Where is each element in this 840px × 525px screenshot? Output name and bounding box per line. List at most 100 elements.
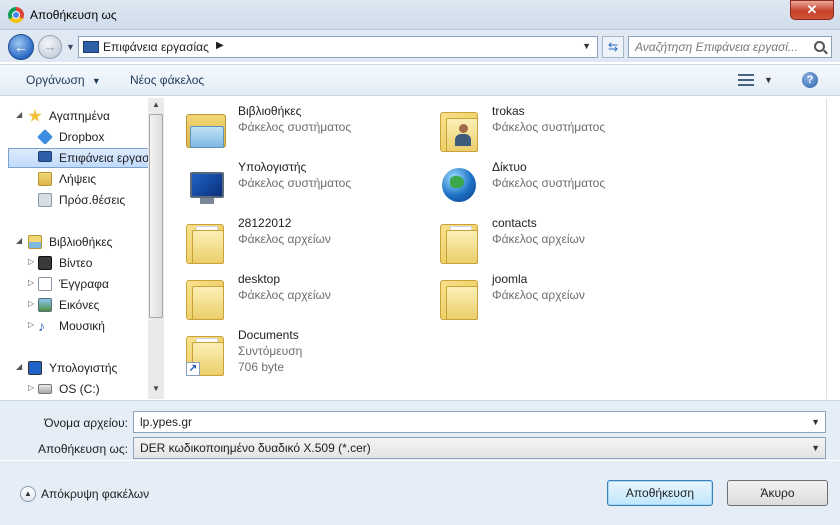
save-button[interactable]: Αποθήκευση [607,480,713,506]
scroll-up-icon[interactable]: ▲ [148,100,164,114]
file-item-joomla[interactable]: joomla Φάκελος αρχείων [420,272,660,322]
sidebar-item-label: Επιφάνεια εργασ [59,151,150,165]
expand-arrow-icon[interactable]: ▷ [28,278,34,287]
address-bar[interactable]: Επιφάνεια εργασίας ▶ ▼ [78,36,598,58]
shortcut-folder-icon: ↗ [186,332,226,376]
back-button[interactable]: ← [8,34,34,60]
filename-label: Όνομα αρχείου: [44,416,128,430]
chevron-down-icon[interactable]: ▼ [811,417,820,427]
address-dropdown-icon[interactable]: ▼ [582,41,591,51]
hide-folders-button[interactable]: Απόκρυψη φακέλων [41,487,149,501]
help-icon[interactable]: ? [802,72,818,88]
file-name: trokas [492,104,525,118]
file-list-scrollbar[interactable] [826,98,840,399]
save-form: Όνομα αρχείου: lp.ypes.gr ▼ Αποθήκευση ω… [0,400,840,460]
file-name: desktop [238,272,281,286]
file-item-trokas[interactable]: trokas Φάκελος συστήματος [420,104,660,154]
view-dropdown-icon[interactable]: ▼ [764,75,773,85]
libraries-icon [186,108,226,152]
forward-button[interactable]: → [38,35,62,59]
expand-arrow-icon[interactable]: ▷ [28,320,34,329]
sidebar-item-label: Εικόνες [59,298,100,312]
sidebar-item-downloads[interactable]: Λήψεις [8,169,150,189]
file-type: Φάκελος αρχείων [238,288,331,302]
search-placeholder: Αναζήτηση Επιφάνεια εργασί... [635,40,798,54]
breadcrumb-arrow-icon[interactable]: ▶ [216,40,224,51]
chevron-down-icon[interactable]: ▼ [811,443,820,453]
network-icon [440,164,480,208]
file-type: Συντόμευση [238,344,303,358]
file-list: Βιβλιοθήκες Φάκελος συστήματος trokas Φά… [166,98,826,399]
desktop-icon [38,151,52,162]
file-item-contacts[interactable]: contacts Φάκελος αρχείων [420,216,660,266]
sidebar-item-os-drive[interactable]: ▷ OS (C:) [8,379,150,399]
collapse-arrow-icon[interactable]: ◢ [16,362,22,371]
file-type: Φάκελος αρχείων [238,232,331,246]
sidebar-item-label: Λήψεις [59,172,97,186]
file-type: Φάκελος αρχείων [492,232,585,246]
cancel-button[interactable]: Άκυρο [727,480,828,506]
sidebar-item-label: Μουσική [59,319,105,333]
sidebar-item-music[interactable]: ▷ ♪ Μουσική [8,316,150,336]
chevron-up-icon[interactable]: ▲ [20,486,36,502]
collapse-arrow-icon[interactable]: ◢ [16,236,22,245]
desktop-icon [83,41,99,53]
file-item-network[interactable]: Δίκτυο Φάκελος συστήματος [420,160,660,210]
filename-value: lp.ypes.gr [140,415,193,429]
file-size: 706 byte [238,360,285,374]
view-options-icon[interactable] [738,73,754,87]
sidebar-item-favorites[interactable]: ◢ Αγαπημένα [8,106,150,126]
address-row: ← → ▼ Επιφάνεια εργασίας ▶ ▼ ⇆ Αναζήτηση… [0,30,840,62]
sidebar-item-label: Έγγραφα [59,277,109,291]
expand-arrow-icon[interactable]: ▷ [28,383,34,392]
expand-arrow-icon[interactable]: ▷ [28,299,34,308]
sidebar-item-label: Αγαπημένα [49,109,110,123]
file-item-documents-shortcut[interactable]: ↗ Documents Συντόμευση 706 byte [166,328,406,380]
file-type: Φάκελος συστήματος [492,120,606,134]
savetype-label: Αποθήκευση ως: [38,442,128,456]
collapse-arrow-icon[interactable]: ◢ [16,110,22,119]
sidebar-item-label: Dropbox [59,130,105,144]
savetype-value: DER κωδικοποιημένο δυαδικό X.509 (*.cer) [140,441,371,455]
expand-arrow-icon[interactable]: ▷ [28,257,34,266]
sidebar-item-libraries[interactable]: ◢ Βιβλιοθήκες [8,232,150,252]
sidebar-item-video[interactable]: ▷ Βίντεο [8,253,150,273]
close-button[interactable]: ✕ [790,0,834,20]
chrome-icon [8,7,24,23]
sidebar-item-label: Βίντεο [59,256,93,270]
dialog-footer: ▲ Απόκρυψη φακέλων Αποθήκευση Άκυρο [0,461,840,525]
sidebar-item-desktop[interactable]: Επιφάνεια εργασ [8,148,150,168]
file-name: Documents [238,328,299,342]
scroll-down-icon[interactable]: ▼ [148,384,164,398]
sidebar-item-documents[interactable]: ▷ Έγγραφα [8,274,150,294]
file-item-desktop[interactable]: desktop Φάκελος αρχείων [166,272,406,322]
documents-icon [38,277,52,291]
scrollbar-thumb[interactable] [149,114,163,318]
history-dropdown-icon[interactable]: ▼ [66,42,75,52]
sidebar-scrollbar[interactable]: ▲ ▼ [148,98,164,399]
computer-icon [186,164,226,208]
search-input[interactable]: Αναζήτηση Επιφάνεια εργασί... [628,36,832,58]
toolbar: Οργάνωση ▼ Νέος φάκελος ▼ ? [0,64,840,96]
sidebar-item-pictures[interactable]: ▷ Εικόνες [8,295,150,315]
organize-button[interactable]: Οργάνωση ▼ [26,73,101,87]
search-icon[interactable] [814,41,825,52]
sidebar-item-dropbox[interactable]: Dropbox [8,127,150,147]
sidebar-item-recent-places[interactable]: Πρόσ.θέσεις [8,190,150,210]
new-folder-button[interactable]: Νέος φάκελος [130,73,204,87]
file-item-libraries[interactable]: Βιβλιοθήκες Φάκελος συστήματος [166,104,406,154]
sidebar-item-computer[interactable]: ◢ Υπολογιστής [8,358,150,378]
file-type: Φάκελος συστήματος [238,120,352,134]
savetype-select[interactable]: DER κωδικοποιημένο δυαδικό X.509 (*.cer)… [133,437,826,459]
file-item-computer[interactable]: Υπολογιστής Φάκελος συστήματος [166,160,406,210]
filename-input[interactable]: lp.ypes.gr ▼ [133,411,826,433]
refresh-button[interactable]: ⇆ [602,36,624,58]
breadcrumb[interactable]: Επιφάνεια εργασίας [103,40,209,54]
music-icon: ♪ [38,318,45,334]
organize-label: Οργάνωση [26,73,85,87]
file-name: Δίκτυο [492,160,527,174]
libraries-icon [28,235,42,249]
folder-icon [186,220,226,264]
file-item-28122012[interactable]: 28122012 Φάκελος αρχείων [166,216,406,266]
navigation-pane: ◢ Αγαπημένα Dropbox Επιφάνεια εργασ Λήψε… [8,98,164,399]
